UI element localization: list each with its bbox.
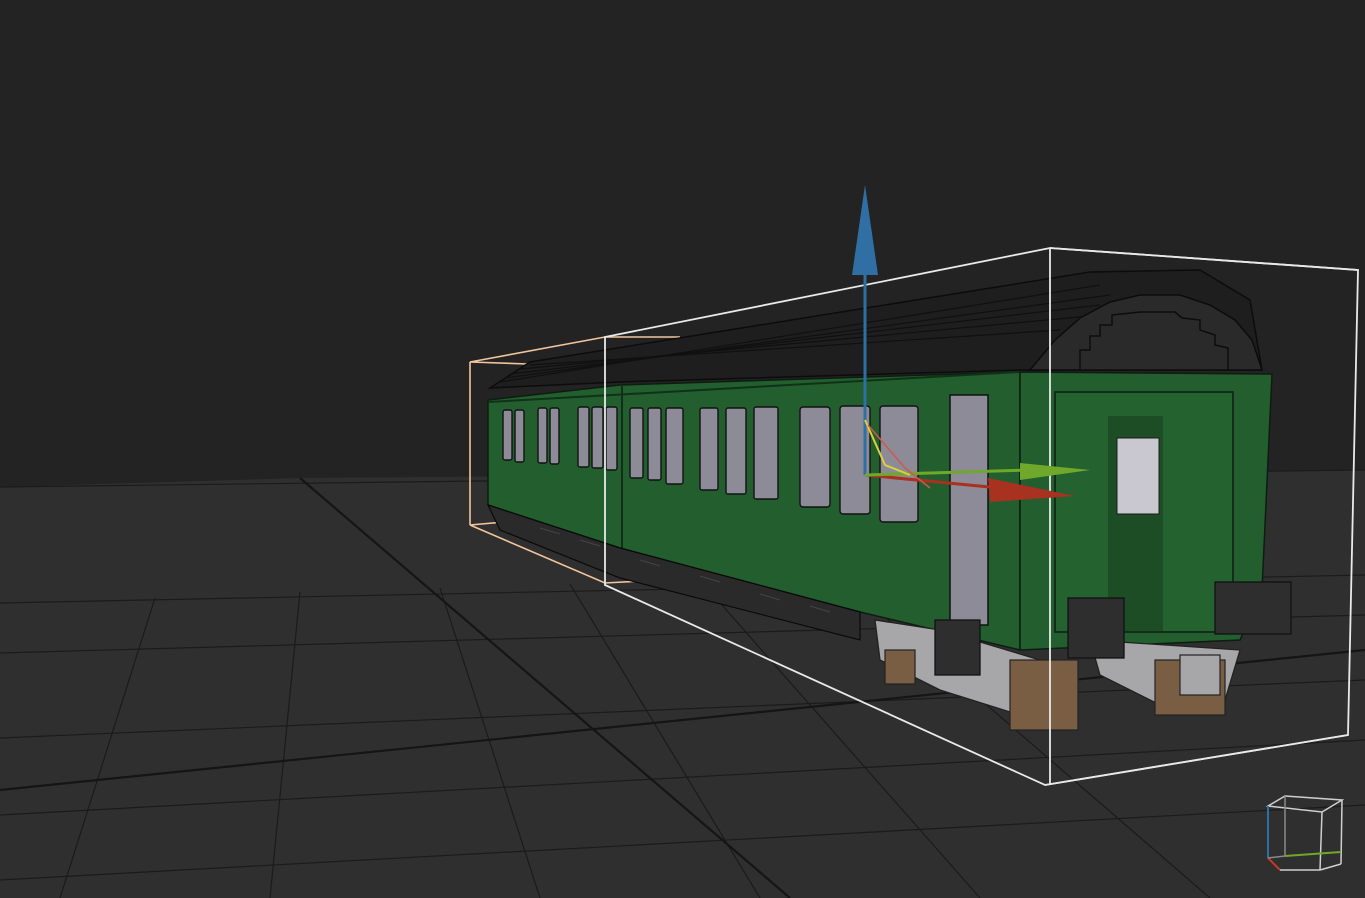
side-door-window	[949, 394, 989, 626]
axlebox-cover	[1179, 654, 1221, 696]
axlebox-wood	[1009, 659, 1079, 731]
axlebox-wood-2	[884, 649, 916, 685]
buffer-right	[1214, 581, 1292, 635]
3d-viewport[interactable]	[0, 0, 1365, 898]
end-door-window	[1116, 437, 1160, 515]
buffer-side	[934, 619, 981, 676]
buffer-left	[1067, 597, 1125, 659]
